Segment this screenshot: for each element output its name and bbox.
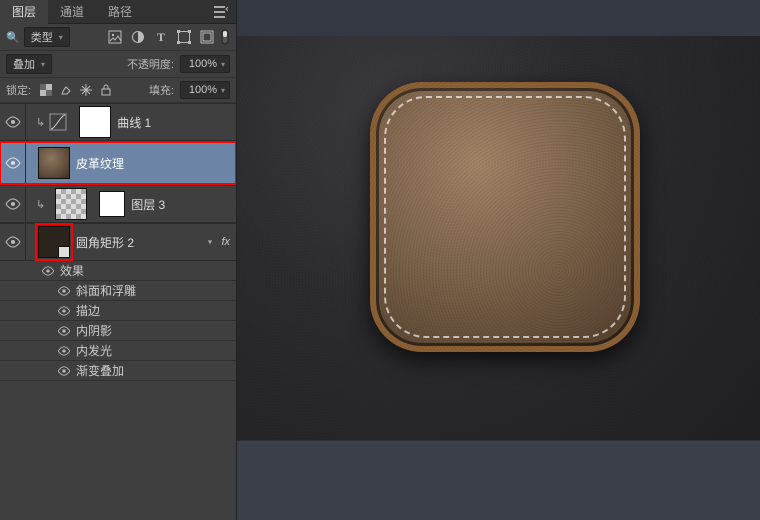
fill-input[interactable]: 100% ▾: [180, 81, 230, 99]
layer-thumb[interactable]: [38, 147, 70, 179]
adjust-filter-icon[interactable]: [128, 27, 148, 47]
layer-mask-thumb[interactable]: [99, 191, 125, 217]
tab-paths[interactable]: 路径: [96, 0, 144, 24]
visibility-toggle[interactable]: [0, 186, 26, 222]
fx-badge[interactable]: fx: [221, 236, 230, 248]
layer-row-leather[interactable]: 皮革纹理: [0, 141, 236, 185]
layer-name: 皮革纹理: [76, 155, 228, 172]
filter-kind-label: 类型: [31, 29, 53, 45]
tab-layers[interactable]: 图层: [0, 0, 48, 24]
layer-name: 圆角矩形 2: [76, 234, 228, 251]
effect-row[interactable]: 内发光: [0, 341, 236, 361]
effect-row[interactable]: 内阴影: [0, 321, 236, 341]
layer-thumb[interactable]: [55, 188, 87, 220]
panel-menu-icon[interactable]: [210, 6, 232, 18]
type-filter-icon[interactable]: T: [151, 27, 171, 47]
lock-fill-row: 锁定: 填充: 100% ▾: [0, 78, 236, 103]
effect-row[interactable]: 渐变叠加: [0, 361, 236, 381]
effects-header-label: 效果: [60, 262, 84, 279]
image-filter-icon[interactable]: [105, 27, 125, 47]
filter-kind-select[interactable]: 类型 ▾: [24, 27, 70, 47]
effects-header-row[interactable]: 效果: [0, 261, 236, 281]
visibility-toggle[interactable]: [56, 363, 72, 379]
fill-label: 填充:: [149, 82, 174, 98]
rounded-rect-icon-art: [370, 82, 640, 352]
curves-adjustment-icon: [49, 113, 67, 131]
layer-filter-row: 🔍 类型 ▾ T: [0, 24, 236, 51]
effect-label: 内发光: [76, 342, 112, 359]
shape-filter-icon[interactable]: [174, 27, 194, 47]
lock-image-icon[interactable]: [57, 81, 75, 99]
panel-tabs: 图层 通道 路径: [0, 0, 236, 24]
blend-opacity-row: 叠加 ▾ 不透明度: 100% ▾: [0, 51, 236, 78]
layer-mask-thumb[interactable]: [79, 106, 111, 138]
visibility-toggle[interactable]: [56, 343, 72, 359]
effect-row[interactable]: 描边: [0, 301, 236, 321]
chevron-down-icon: ▾: [59, 33, 63, 42]
blend-mode-value: 叠加: [13, 56, 35, 72]
lock-all-icon[interactable]: [97, 81, 115, 99]
visibility-toggle[interactable]: [40, 263, 56, 279]
layer-row-layer3[interactable]: ↳ 图层 3: [0, 185, 236, 223]
smart-filter-icon[interactable]: [197, 27, 217, 47]
clip-indicator-icon: ↳: [36, 116, 45, 129]
effect-label: 描边: [76, 302, 100, 319]
visibility-toggle[interactable]: [0, 224, 26, 260]
opacity-input[interactable]: 100% ▾: [180, 55, 230, 73]
filter-toggle-switch[interactable]: [220, 27, 230, 47]
layer-effects-list: 效果 斜面和浮雕 描边 内阴影 内发光: [0, 261, 236, 381]
search-icon: 🔍: [6, 31, 20, 44]
visibility-toggle[interactable]: [56, 303, 72, 319]
document-canvas: [237, 0, 760, 520]
lock-transparency-icon[interactable]: [37, 81, 55, 99]
visibility-toggle[interactable]: [56, 323, 72, 339]
effect-label: 斜面和浮雕: [76, 282, 136, 299]
layer-row-curves[interactable]: ↳ 曲线 1: [0, 103, 236, 141]
fill-value: 100%: [189, 84, 217, 96]
lock-label: 锁定:: [6, 82, 31, 98]
layer-row-rrect[interactable]: 圆角矩形 2 ▾ fx: [0, 223, 236, 261]
chevron-down-icon: ▾: [41, 60, 45, 69]
layers-list: ↳ 曲线 1 皮革纹理 ↳ 图层 3: [0, 103, 236, 520]
effect-label: 渐变叠加: [76, 362, 124, 379]
visibility-toggle[interactable]: [0, 104, 26, 140]
tab-channels[interactable]: 通道: [48, 0, 96, 24]
effect-label: 内阴影: [76, 322, 112, 339]
fx-expand-icon[interactable]: ▾: [208, 238, 212, 247]
lock-position-icon[interactable]: [77, 81, 95, 99]
opacity-value: 100%: [189, 58, 217, 70]
blend-mode-select[interactable]: 叠加 ▾: [6, 54, 52, 74]
canvas-footer: [237, 440, 760, 520]
layer-name: 曲线 1: [117, 114, 228, 131]
layers-panel: 图层 通道 路径 🔍 类型 ▾ T: [0, 0, 237, 520]
lock-icons: [37, 81, 115, 99]
clip-indicator-icon: ↳: [36, 198, 45, 211]
opacity-label: 不透明度:: [127, 56, 174, 72]
visibility-toggle[interactable]: [56, 283, 72, 299]
layer-thumb[interactable]: [38, 226, 70, 258]
chevron-down-icon: ▾: [221, 60, 225, 69]
artboard[interactable]: [237, 36, 760, 440]
visibility-toggle[interactable]: [0, 142, 26, 184]
chevron-down-icon: ▾: [221, 86, 225, 95]
layer-name: 图层 3: [131, 196, 228, 213]
effect-row[interactable]: 斜面和浮雕: [0, 281, 236, 301]
